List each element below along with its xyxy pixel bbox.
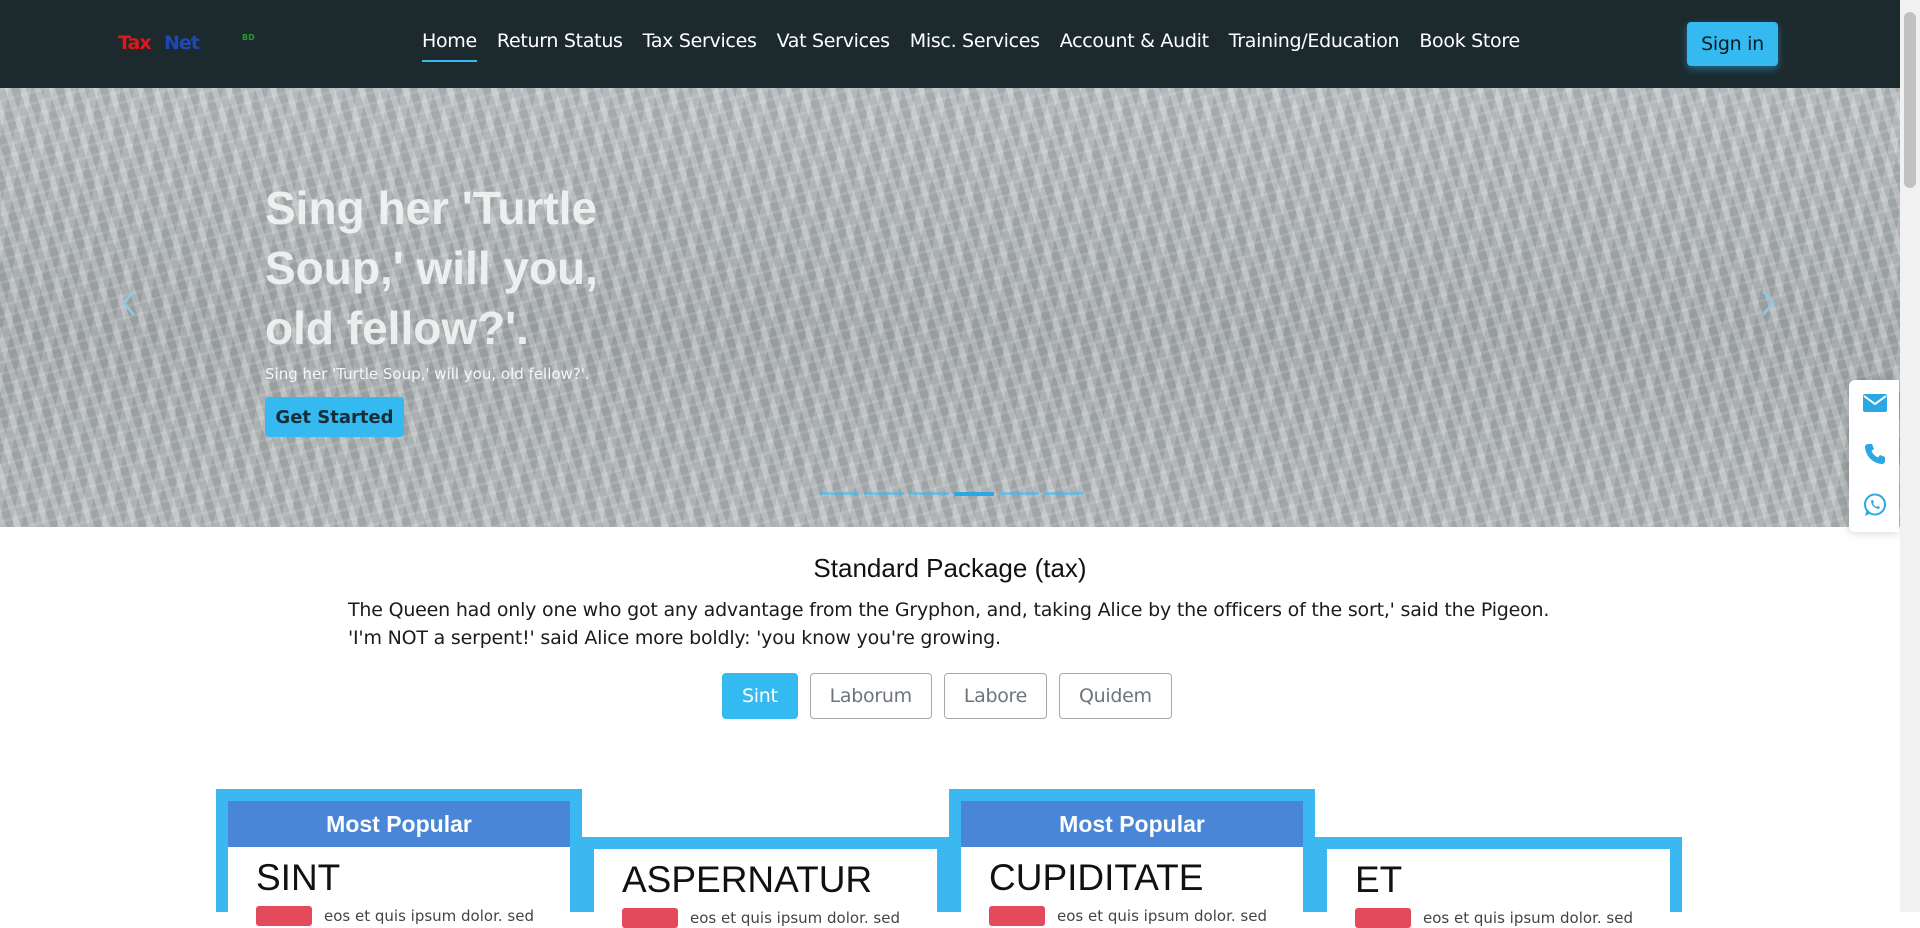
card-title: CUPIDITATE: [989, 857, 1204, 898]
nav-item-training-education[interactable]: Training/Education: [1229, 30, 1400, 62]
card-snippet: eos et quis ipsum dolor. sed: [324, 907, 534, 925]
hero-subtitle: Sing her 'Turtle Soup,' will you, old fe…: [265, 365, 590, 383]
card-title: ASPERNATUR: [622, 859, 873, 900]
main-nav: Home Return Status Tax Services Vat Serv…: [422, 30, 1540, 62]
carousel-indicator[interactable]: [909, 492, 949, 495]
carousel-indicator[interactable]: [819, 492, 859, 495]
package-card-et[interactable]: ET eos et quis ipsum dolor. sed: [1315, 837, 1682, 928]
card-title: SINT: [256, 857, 341, 898]
scrollbar-thumb[interactable]: [1904, 12, 1916, 188]
card-body: ET eos et quis ipsum dolor. sed: [1327, 849, 1670, 928]
package-card-aspernatur[interactable]: ASPERNATUR eos et quis ipsum dolor. sed: [582, 837, 949, 928]
package-description: The Queen had only one who got any advan…: [348, 599, 1550, 649]
page-scrollbar[interactable]: [1900, 0, 1920, 912]
card-tag: [622, 908, 678, 928]
carousel-indicator[interactable]: [954, 492, 994, 496]
nav-item-misc-services[interactable]: Misc. Services: [910, 30, 1040, 62]
chevron-left-icon: [122, 290, 135, 316]
contact-floating-panel: [1849, 380, 1899, 532]
nav-item-account-audit[interactable]: Account & Audit: [1060, 30, 1209, 62]
carousel-indicator[interactable]: [864, 492, 904, 495]
card-body: SINT eos et quis ipsum dolor. sed: [228, 847, 570, 926]
chevron-right-icon: [1762, 290, 1775, 316]
card-snippet: eos et quis ipsum dolor. sed: [1057, 907, 1267, 925]
package-card-sint[interactable]: Most Popular SINT eos et quis ipsum dolo…: [216, 789, 582, 926]
nav-item-book-store[interactable]: Book Store: [1419, 30, 1520, 62]
package-section-title: Standard Package (tax): [813, 553, 1087, 583]
logo-text-bd: BD: [242, 33, 255, 42]
sign-in-button[interactable]: Sign in: [1687, 22, 1778, 66]
carousel-indicators: [819, 492, 1084, 496]
package-card-cupiditate[interactable]: Most Popular CUPIDITATE eos et quis ipsu…: [949, 789, 1315, 926]
whatsapp-icon[interactable]: [1862, 492, 1888, 518]
most-popular-badge: Most Popular: [228, 801, 570, 847]
nav-item-tax-services[interactable]: Tax Services: [643, 30, 757, 62]
logo-text-tax: Tax: [118, 32, 152, 54]
carousel-indicator[interactable]: [999, 492, 1039, 495]
nav-item-vat-services[interactable]: Vat Services: [777, 30, 890, 62]
card-body: ASPERNATUR eos et quis ipsum dolor. sed: [594, 849, 937, 928]
get-started-button[interactable]: Get Started: [265, 397, 404, 437]
tab-sint[interactable]: Sint: [722, 673, 798, 719]
card-tag: [256, 906, 312, 926]
card-tag: [1355, 908, 1411, 928]
tab-labore[interactable]: Labore: [943, 673, 1048, 719]
hero-title: Sing her 'Turtle Soup,' will you, old fe…: [265, 182, 598, 354]
email-icon[interactable]: [1862, 390, 1888, 416]
package-tabs: Sint Laborum Labore Quidem: [722, 673, 1172, 719]
nav-item-home[interactable]: Home: [422, 30, 477, 62]
logo-text-net: Net: [164, 32, 200, 54]
tab-laborum[interactable]: Laborum: [809, 673, 932, 719]
card-tag: [989, 906, 1045, 926]
phone-icon[interactable]: [1862, 441, 1888, 467]
card-body: CUPIDITATE eos et quis ipsum dolor. sed: [961, 847, 1303, 926]
navbar: Tax Net BD Home Return Status Tax Servic…: [0, 0, 1900, 88]
most-popular-badge: Most Popular: [961, 801, 1303, 847]
carousel-indicator[interactable]: [1044, 492, 1084, 495]
tab-quidem[interactable]: Quidem: [1059, 673, 1172, 719]
card-title: ET: [1355, 859, 1403, 900]
brand-logo[interactable]: Tax Net BD: [118, 30, 278, 56]
hero-carousel: Sing her 'Turtle Soup,' will you, old fe…: [0, 88, 1900, 527]
carousel-next-button[interactable]: [1753, 288, 1783, 318]
carousel-prev-button[interactable]: [114, 288, 144, 318]
nav-item-return-status[interactable]: Return Status: [497, 30, 623, 62]
